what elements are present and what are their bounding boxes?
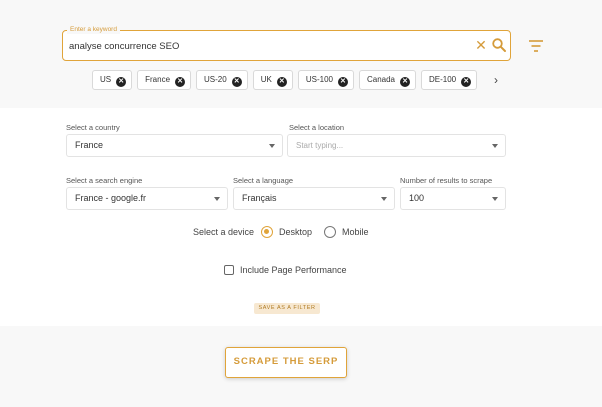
chevron-down-icon: [492, 144, 498, 148]
results-value: 100: [409, 193, 425, 203]
language-value: Français: [242, 193, 277, 203]
chevron-down-icon: [214, 197, 220, 201]
chip-canada[interactable]: Canada ✕: [358, 70, 416, 90]
mobile-label[interactable]: Mobile: [342, 226, 369, 238]
keyword-input[interactable]: [69, 39, 459, 53]
chevron-right-icon[interactable]: ›: [490, 71, 502, 89]
chip-label: US-100: [305, 75, 333, 84]
desktop-radio[interactable]: [261, 226, 273, 238]
device-label: Select a device: [193, 227, 255, 237]
chip-us[interactable]: US ✕: [92, 70, 133, 90]
chip-label: DE-100: [429, 75, 457, 84]
results-select[interactable]: 100: [400, 187, 506, 210]
saved-filter-chips: US ✕ France ✕ US-20 ✕ UK ✕ US-100 ✕ Canada ✕ DE-100 ✕…: [92, 70, 482, 90]
country-select[interactable]: France: [66, 134, 283, 157]
close-icon[interactable]: ✕: [473, 36, 489, 54]
chip-label: Canada: [366, 75, 395, 84]
chip-remove-icon[interactable]: ✕: [400, 77, 410, 87]
filter-list-icon[interactable]: [528, 39, 544, 53]
keyword-label: Enter a keyword: [67, 25, 120, 34]
page-performance-label[interactable]: Include Page Performance: [240, 264, 347, 276]
save-as-filter-button[interactable]: SAVE AS A FILTER: [254, 303, 320, 314]
search-engine-label: Select a search engine: [66, 176, 143, 185]
chevron-down-icon: [492, 197, 498, 201]
chip-remove-icon[interactable]: ✕: [175, 77, 186, 87]
chip-label: France: [145, 75, 171, 84]
chevron-down-icon: [381, 197, 387, 201]
language-select[interactable]: Français: [233, 187, 395, 210]
chip-remove-icon[interactable]: ✕: [337, 77, 348, 87]
chip-france[interactable]: France ✕: [137, 70, 192, 90]
page-performance-checkbox[interactable]: [224, 265, 234, 275]
chevron-down-icon: [269, 144, 275, 148]
search-engine-select[interactable]: France - google.fr: [66, 187, 228, 210]
chip-us-20[interactable]: US-20 ✕: [196, 70, 248, 90]
chip-label: US-20: [204, 75, 227, 84]
chip-remove-icon[interactable]: ✕: [116, 77, 127, 87]
chip-label: UK: [260, 75, 272, 84]
keyword-field[interactable]: ✕: [62, 30, 511, 61]
country-value: France: [75, 140, 104, 150]
results-label: Number of results to scrape: [400, 176, 493, 185]
chip-us-100[interactable]: US-100 ✕: [297, 70, 354, 90]
location-label: Select a location: [289, 123, 345, 132]
search-engine-value: France - google.fr: [75, 193, 147, 203]
mobile-radio[interactable]: [324, 226, 336, 238]
chip-label: US: [100, 75, 112, 84]
location-input[interactable]: Start typing...: [287, 134, 506, 157]
chip-de-100[interactable]: DE-100 ✕: [421, 70, 478, 90]
chip-uk[interactable]: UK ✕: [252, 70, 293, 90]
country-label: Select a country: [66, 123, 120, 132]
location-placeholder: Start typing...: [296, 141, 344, 150]
chip-remove-icon[interactable]: ✕: [276, 77, 287, 87]
search-icon[interactable]: [491, 37, 507, 53]
desktop-label[interactable]: Desktop: [279, 226, 312, 238]
language-label: Select a language: [233, 176, 294, 185]
chip-remove-icon[interactable]: ✕: [231, 77, 242, 87]
scrape-serp-button[interactable]: SCRAPE THE SERP: [225, 347, 347, 378]
chip-remove-icon[interactable]: ✕: [461, 77, 472, 87]
